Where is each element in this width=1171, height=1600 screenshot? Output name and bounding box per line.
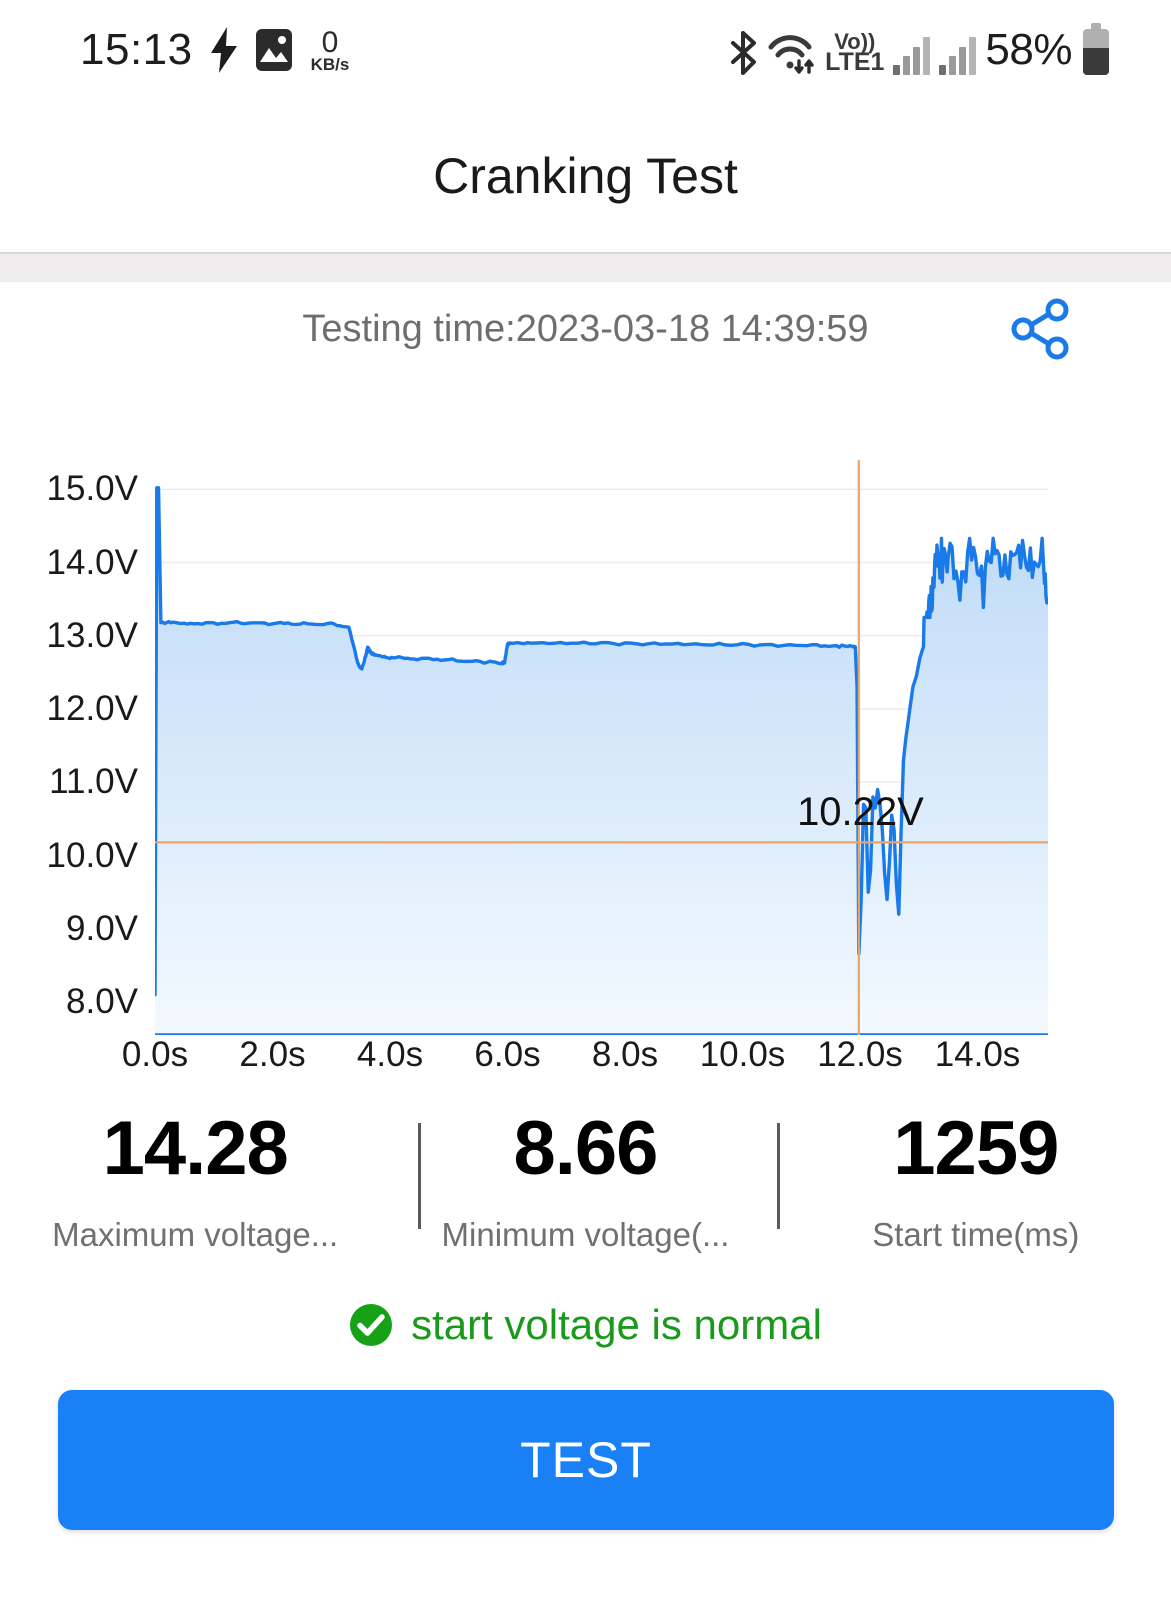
signal-bars-sim1-icon — [893, 37, 931, 75]
y-axis-tick-label: 12.0V — [46, 689, 138, 729]
image-icon — [255, 28, 293, 72]
x-axis-tick-label: 12.0s — [817, 1035, 903, 1074]
x-axis-tick-label: 10.0s — [699, 1035, 786, 1074]
x-axis-tick-label: 4.0s — [356, 1035, 424, 1074]
stat-start-time: 1259 Start time(ms) — [781, 1105, 1171, 1275]
signal-bars-sim2-icon — [939, 37, 977, 75]
chart-plot-area — [155, 460, 1048, 1035]
stats-row: 14.28 Maximum voltage... 8.66 Minimum vo… — [0, 1105, 1171, 1275]
stat-separator — [418, 1123, 421, 1229]
page-title: Cranking Test — [433, 148, 738, 204]
status-bar: 15:13 0 KB/s Vo)) LTE1 58% — [0, 0, 1171, 100]
y-axis-tick-label: 15.0V — [46, 469, 138, 509]
x-axis-tick-label: 2.0s — [239, 1035, 306, 1074]
network-rate-unit: KB/s — [310, 54, 350, 74]
status-clock: 15:13 — [80, 25, 193, 74]
network-rate-value: 0 — [321, 25, 339, 59]
check-circle-icon — [349, 1303, 393, 1347]
status-message-text: start voltage is normal — [411, 1301, 822, 1348]
chart-x-axis: 0.0s 2.0s 4.0s 6.0s 8.0s 10.0s 12.0s 14.0s — [0, 1035, 1171, 1090]
chart-y-axis: 15.0V 14.0V 13.0V 12.0V 11.0V 10.0V 9.0V 8.0V — [0, 430, 145, 1030]
section-divider — [0, 252, 1171, 282]
stat-value: 1259 — [893, 1106, 1059, 1191]
test-info-row: Testing time:2023-03-18 14:39:59 — [0, 296, 1171, 362]
testing-time-label: Testing time:2023-03-18 14:39:59 — [302, 307, 869, 350]
stat-minimum-voltage: 8.66 Minimum voltage(... — [390, 1105, 780, 1275]
status-bar-left: 15:13 0 KB/s — [80, 25, 349, 75]
volte-label-bottom: LTE1 — [825, 48, 885, 76]
network-rate-indicator: 0 KB/s — [310, 25, 350, 74]
x-axis-tick-label: 14.0s — [934, 1035, 1021, 1074]
stat-label: Start time(ms) — [872, 1216, 1080, 1254]
stat-separator — [777, 1123, 780, 1229]
y-axis-tick-label: 8.0V — [66, 982, 138, 1022]
app-screen: 15:13 0 KB/s Vo)) LTE1 58% Cranking Test… — [0, 0, 1171, 1600]
stat-value: 14.28 — [102, 1106, 289, 1191]
battery-icon — [1083, 23, 1109, 75]
x-axis-tick-label: 8.0s — [591, 1035, 659, 1074]
battery-percent-label: 58% — [985, 25, 1072, 74]
lightning-bolt-icon — [209, 27, 239, 73]
voltage-chart: 15.0V 14.0V 13.0V 12.0V 11.0V 10.0V 9.0V 8.0V 0… — [0, 430, 1171, 1090]
wifi-icon — [768, 31, 818, 75]
y-axis-tick-label: 13.0V — [46, 615, 138, 655]
y-axis-tick-label: 11.0V — [49, 762, 138, 802]
test-button-label: TEST — [520, 1432, 652, 1488]
y-axis-tick-label: 9.0V — [66, 908, 138, 948]
stat-value: 8.66 — [513, 1106, 659, 1191]
stat-maximum-voltage: 14.28 Maximum voltage... — [0, 1105, 390, 1275]
status-bar-right: Vo)) LTE1 58% — [727, 23, 1109, 75]
volte-indicator: Vo)) LTE1 — [825, 31, 884, 75]
stat-label: Minimum voltage(... — [441, 1216, 730, 1254]
status-message: start voltage is normal — [0, 1295, 1171, 1355]
x-axis-tick-label: 6.0s — [474, 1035, 541, 1074]
stat-label: Maximum voltage... — [52, 1216, 339, 1254]
chart-annotation-label: 10.22V — [797, 789, 924, 834]
y-axis-tick-label: 10.0V — [46, 835, 138, 875]
share-icon[interactable] — [1009, 298, 1075, 360]
bluetooth-icon — [727, 31, 759, 75]
test-button[interactable]: TEST — [58, 1390, 1114, 1530]
title-bar: Cranking Test — [0, 100, 1171, 252]
y-axis-tick-label: 14.0V — [46, 542, 138, 582]
x-axis-tick-label: 0.0s — [121, 1035, 189, 1074]
